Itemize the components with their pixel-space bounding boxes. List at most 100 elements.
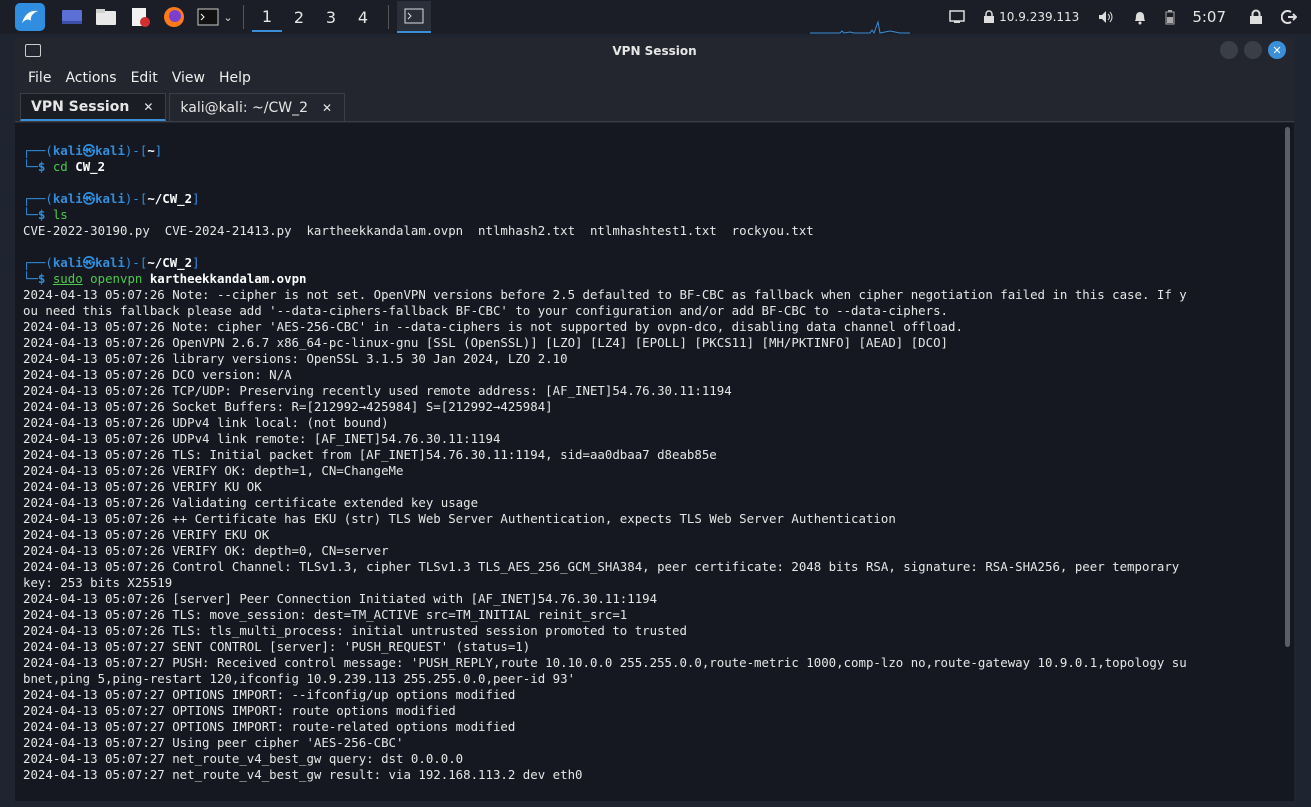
prompt-bracket: ] bbox=[192, 255, 200, 270]
prompt-at-symbol: ㉿ bbox=[82, 255, 96, 270]
log-line: 2024-04-13 05:07:26 ++ Certificate has E… bbox=[23, 511, 896, 526]
workspace-4[interactable]: 4 bbox=[348, 2, 378, 32]
kali-menu-button[interactable] bbox=[15, 3, 45, 31]
log-line: ou need this fallback please add '--data… bbox=[23, 303, 949, 318]
close-button[interactable]: ✕ bbox=[1268, 41, 1286, 59]
close-icon: ✕ bbox=[1272, 43, 1282, 57]
notifications-icon[interactable] bbox=[1133, 10, 1147, 25]
terminal-window: VPN Session ✕ File Actions Edit View Hel… bbox=[15, 37, 1294, 801]
terminal-output[interactable]: ┌──(kali㉿kali)-[~] └─$ cd CW_2 ┌──(kali㉿… bbox=[15, 123, 1294, 801]
log-line: 2024-04-13 05:07:26 TLS: tls_multi_proce… bbox=[23, 623, 687, 638]
terminal-scrollbar[interactable] bbox=[1285, 127, 1290, 647]
command-name: openvpn bbox=[90, 271, 143, 286]
firefox-icon[interactable] bbox=[161, 5, 187, 29]
lock-icon bbox=[984, 10, 995, 23]
log-line: 2024-04-13 05:07:26 TCP/UDP: Preserving … bbox=[23, 383, 732, 398]
log-line: 2024-04-13 05:07:26 OpenVPN 2.6.7 x86_64… bbox=[23, 335, 949, 350]
prompt-bracket: )-[ bbox=[124, 255, 148, 270]
log-line: 2024-04-13 05:07:26 VERIFY KU OK bbox=[23, 479, 262, 494]
command-name: ls bbox=[52, 207, 68, 222]
log-line: 2024-04-13 05:07:27 net_route_v4_best_gw… bbox=[23, 751, 464, 766]
log-line: 2024-04-13 05:07:27 SENT CONTROL [server… bbox=[23, 639, 531, 654]
prompt-bracket: ] bbox=[154, 143, 163, 158]
prompt-bracket: ┌──( bbox=[23, 143, 53, 158]
command-argument: CW_2 bbox=[75, 159, 106, 174]
prompt-bracket: ┌──( bbox=[23, 255, 53, 270]
prompt-path: ~ bbox=[147, 143, 155, 158]
workspace-3[interactable]: 3 bbox=[316, 2, 346, 32]
prompt-dollar: $ bbox=[37, 159, 53, 174]
window-terminal-icon bbox=[25, 44, 41, 57]
terminal-text: ┌──(kali㉿kali)-[~] └─$ cd CW_2 ┌──(kali㉿… bbox=[15, 123, 1294, 783]
log-line: 2024-04-13 05:07:26 Socket Buffers: R=[2… bbox=[23, 399, 553, 414]
log-line: key: 253 bits X25519 bbox=[23, 575, 173, 590]
prompt-path: ~/CW_2 bbox=[147, 255, 193, 270]
log-line: 2024-04-13 05:07:26 [server] Peer Connec… bbox=[23, 591, 658, 606]
prompt-host: kali bbox=[95, 191, 125, 206]
tab-close-icon[interactable]: ✕ bbox=[143, 100, 153, 114]
menu-view[interactable]: View bbox=[172, 70, 205, 86]
lock-screen-icon[interactable] bbox=[1249, 9, 1263, 25]
ip-address: 10.9.239.113 bbox=[999, 10, 1080, 24]
tab-bar: VPN Session ✕ kali@kali: ~/CW_2 ✕ bbox=[15, 91, 1294, 122]
ls-output: CVE-2022-30190.py CVE-2024-21413.py kart… bbox=[23, 223, 814, 238]
menu-file[interactable]: File bbox=[28, 70, 51, 86]
menu-actions[interactable]: Actions bbox=[65, 70, 116, 86]
task-terminal-window[interactable] bbox=[397, 1, 431, 33]
log-line: 2024-04-13 05:07:26 Note: --cipher is no… bbox=[23, 287, 1187, 302]
log-line: 2024-04-13 05:07:26 Validating certifica… bbox=[23, 495, 479, 510]
display-icon[interactable] bbox=[949, 10, 965, 24]
window-titlebar[interactable]: VPN Session ✕ bbox=[15, 37, 1294, 65]
tab-close-icon[interactable]: ✕ bbox=[322, 101, 332, 115]
battery-icon[interactable] bbox=[1165, 9, 1175, 25]
prompt-user: kali bbox=[52, 143, 83, 158]
prompt-at-symbol: ㉿ bbox=[82, 143, 96, 158]
log-line: 2024-04-13 05:07:26 TLS: Initial packet … bbox=[23, 447, 717, 462]
network-activity-graph bbox=[810, 20, 910, 34]
workspace-2[interactable]: 2 bbox=[284, 2, 314, 32]
terminal-icon bbox=[404, 8, 424, 24]
show-desktop-icon[interactable] bbox=[59, 5, 85, 29]
log-line: 2024-04-13 05:07:26 UDPv4 link remote: [… bbox=[23, 431, 501, 446]
chevron-down-icon[interactable]: ⌄ bbox=[221, 11, 235, 24]
command-sudo: sudo bbox=[52, 271, 83, 286]
log-line: 2024-04-13 05:07:27 OPTIONS IMPORT: rout… bbox=[23, 719, 516, 734]
prompt-user: kali bbox=[52, 255, 83, 270]
log-line: 2024-04-13 05:07:26 VERIFY OK: depth=0, … bbox=[23, 543, 389, 558]
log-line: 2024-04-13 05:07:26 DCO version: N/A bbox=[23, 367, 292, 382]
prompt-dollar: $ bbox=[37, 207, 53, 222]
terminal-launcher-icon[interactable] bbox=[195, 5, 221, 29]
clock[interactable]: 5:07 bbox=[1192, 8, 1226, 26]
menu-help[interactable]: Help bbox=[219, 70, 251, 86]
log-line: 2024-04-13 05:07:26 VERIFY OK: depth=1, … bbox=[23, 463, 404, 478]
command-argument: kartheekkandalam.ovpn bbox=[149, 271, 307, 286]
file-manager-icon[interactable] bbox=[93, 5, 119, 29]
prompt-user: kali bbox=[52, 191, 83, 206]
tab-kali-cw2[interactable]: kali@kali: ~/CW_2 ✕ bbox=[169, 93, 346, 121]
log-line: 2024-04-13 05:07:26 Note: cipher 'AES-25… bbox=[23, 319, 963, 334]
system-tray: 10.9.239.113 5:07 bbox=[940, 0, 1311, 34]
prompt-bracket: ] bbox=[192, 191, 200, 206]
tab-vpn-session[interactable]: VPN Session ✕ bbox=[20, 93, 167, 121]
log-line: 2024-04-13 05:07:26 VERIFY EKU OK bbox=[23, 527, 270, 542]
workspace-1[interactable]: 1 bbox=[252, 2, 282, 32]
prompt-at-symbol: ㉿ bbox=[82, 191, 96, 206]
menu-edit[interactable]: Edit bbox=[131, 70, 158, 86]
prompt-bracket: ┌──( bbox=[23, 191, 53, 206]
log-line: 2024-04-13 05:07:27 OPTIONS IMPORT: rout… bbox=[23, 703, 456, 718]
menu-bar: File Actions Edit View Help bbox=[15, 65, 1294, 91]
prompt-dollar: $ bbox=[37, 271, 53, 286]
maximize-button[interactable] bbox=[1244, 41, 1262, 59]
log-line: 2024-04-13 05:07:26 TLS: move_session: d… bbox=[23, 607, 628, 622]
tab-label: kali@kali: ~/CW_2 bbox=[180, 99, 308, 116]
minimize-button[interactable] bbox=[1220, 41, 1238, 59]
tab-label: VPN Session bbox=[31, 98, 130, 115]
window-title: VPN Session bbox=[612, 44, 697, 58]
vpn-status[interactable]: 10.9.239.113 bbox=[983, 10, 1079, 24]
volume-icon[interactable] bbox=[1097, 10, 1115, 24]
prompt-bracket: )-[ bbox=[124, 143, 148, 158]
text-editor-icon[interactable] bbox=[127, 5, 153, 29]
logout-icon[interactable] bbox=[1281, 9, 1297, 25]
log-line: bnet,ping 5,ping-restart 120,ifconfig 10… bbox=[23, 671, 576, 686]
log-line: 2024-04-13 05:07:27 PUSH: Received contr… bbox=[23, 655, 1187, 670]
